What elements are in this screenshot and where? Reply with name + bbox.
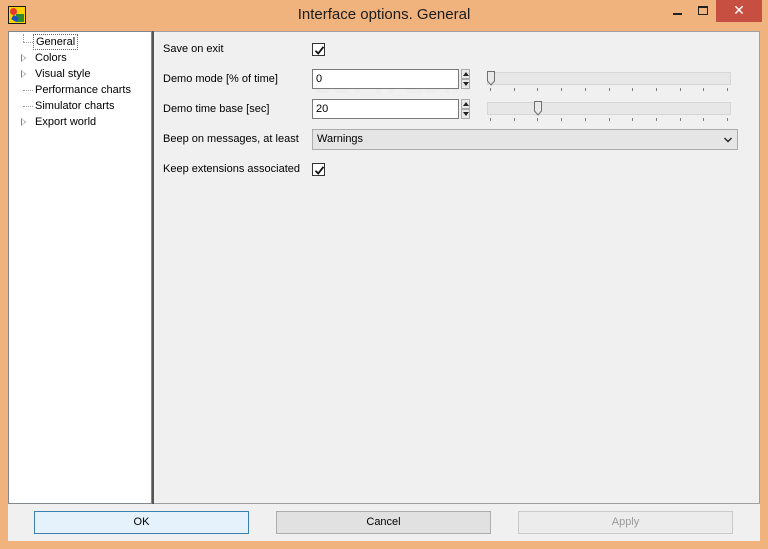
slider-tick xyxy=(632,88,633,91)
slider-thumb[interactable] xyxy=(534,101,542,116)
slider-tick xyxy=(632,118,633,121)
demo-time-base-spinner[interactable] xyxy=(461,99,470,119)
close-button[interactable]: ✕ xyxy=(716,0,762,22)
window-title: Interface options. General xyxy=(297,6,471,23)
tree-item-label: General xyxy=(33,34,79,50)
tree-connector xyxy=(23,42,33,43)
beep-level-select[interactable]: Warnings xyxy=(312,129,738,150)
slider-tick xyxy=(561,118,562,121)
slider-tick xyxy=(727,88,728,91)
tree-item-label: Visual style xyxy=(35,68,91,80)
slider-tick xyxy=(656,88,657,91)
slider-ticks xyxy=(490,118,728,122)
maximize-button[interactable] xyxy=(690,0,716,22)
spin-up-icon[interactable] xyxy=(461,99,470,109)
beep-level-value: Warnings xyxy=(317,133,364,145)
tree-item-label: Export world xyxy=(35,116,97,128)
apply-button[interactable]: Apply xyxy=(518,511,733,534)
title-bar[interactable]: Interface options. General ✕ xyxy=(0,0,768,30)
tree-item-label: Performance charts xyxy=(35,84,131,96)
button-bar: OK Cancel Apply xyxy=(8,505,760,541)
slider-tick xyxy=(703,118,704,121)
slider-ticks xyxy=(490,88,728,92)
close-icon: ✕ xyxy=(733,2,745,18)
slider-tick xyxy=(727,118,728,121)
slider-tick xyxy=(490,88,491,91)
slider-tick xyxy=(680,88,681,91)
tree-item-label: Simulator charts xyxy=(35,100,115,112)
expand-arrow-icon[interactable] xyxy=(21,54,26,62)
demo-mode-spinner[interactable] xyxy=(461,69,470,89)
demo-mode-label: Demo mode [% of time] xyxy=(163,73,278,85)
keep-extensions-checkbox[interactable] xyxy=(312,163,325,176)
app-icon[interactable] xyxy=(8,6,26,24)
slider-tick xyxy=(537,88,538,91)
slider-tick xyxy=(585,88,586,91)
tree-item-label: Colors xyxy=(35,52,67,64)
tree-connector xyxy=(23,90,33,91)
options-tree[interactable]: General Colors Visual style Performance … xyxy=(8,31,152,504)
beep-label: Beep on messages, at least xyxy=(163,133,299,145)
slider-tick xyxy=(609,88,610,91)
expand-arrow-icon[interactable] xyxy=(21,70,26,78)
spin-up-icon[interactable] xyxy=(461,69,470,79)
slider-tick xyxy=(656,118,657,121)
slider-tick xyxy=(680,118,681,121)
tree-connector xyxy=(23,106,33,107)
dialog-window: Interface options. General ✕ General Col… xyxy=(0,0,768,549)
slider-tick xyxy=(514,118,515,121)
slider-tick xyxy=(537,118,538,121)
demo-mode-input[interactable]: 0 xyxy=(312,69,459,89)
slider-tick xyxy=(561,88,562,91)
checkmark-icon xyxy=(314,46,325,55)
spin-down-icon[interactable] xyxy=(461,79,470,89)
demo-time-base-slider[interactable] xyxy=(487,99,731,125)
cancel-button[interactable]: Cancel xyxy=(276,511,491,534)
dialog-client: General Colors Visual style Performance … xyxy=(8,31,760,541)
slider-tick xyxy=(514,88,515,91)
checkmark-icon xyxy=(314,166,325,175)
demo-mode-slider[interactable] xyxy=(487,69,731,95)
expand-arrow-icon[interactable] xyxy=(21,118,26,126)
slider-track[interactable] xyxy=(487,72,731,85)
minimize-icon xyxy=(673,13,682,15)
chevron-down-icon xyxy=(724,137,732,143)
slider-track[interactable] xyxy=(487,102,731,115)
spin-down-icon[interactable] xyxy=(461,109,470,119)
slider-tick xyxy=(609,118,610,121)
slider-tick xyxy=(490,118,491,121)
tree-line xyxy=(23,34,24,42)
maximize-icon xyxy=(698,6,708,15)
minimize-button[interactable] xyxy=(664,0,690,22)
slider-tick xyxy=(585,118,586,121)
demo-time-base-input[interactable]: 20 xyxy=(312,99,459,119)
slider-thumb[interactable] xyxy=(487,71,495,86)
general-options-panel: SOFTPEDIA Save on exit Demo mode [% of t… xyxy=(154,31,760,504)
ok-button[interactable]: OK xyxy=(34,511,249,534)
save-on-exit-label: Save on exit xyxy=(163,43,224,55)
save-on-exit-checkbox[interactable] xyxy=(312,43,325,56)
keep-extensions-label: Keep extensions associated xyxy=(163,163,300,175)
slider-tick xyxy=(703,88,704,91)
demo-time-base-label: Demo time base [sec] xyxy=(163,103,270,115)
